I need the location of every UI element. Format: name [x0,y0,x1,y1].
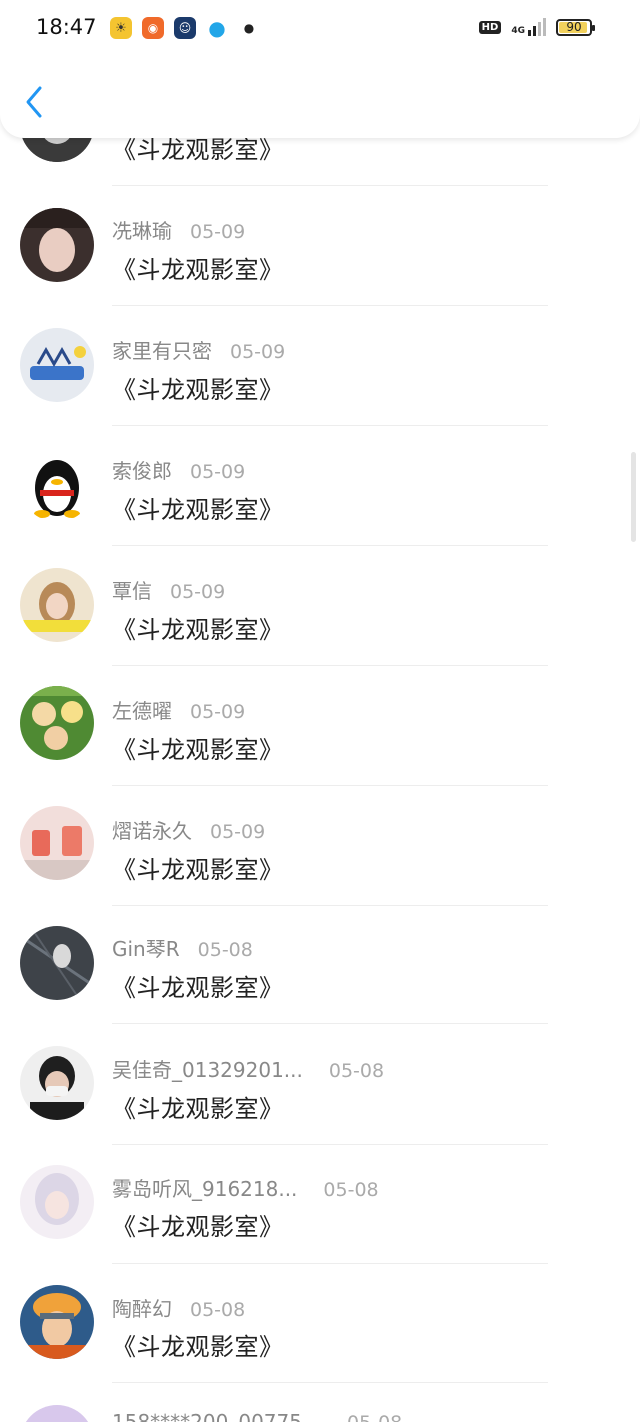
item-username[interactable]: 雾岛听风_916218... [112,1173,297,1202]
item-header: 雾岛听风_916218... 05-08 [112,1173,379,1202]
item-header: 158****200_00775... 05-08 [112,1410,402,1422]
avatar-image [20,568,94,642]
item-header: 冼琳瑜 05-09 [112,215,245,244]
item-message: 《斗龙观影室》 [112,496,284,524]
item-username[interactable]: 索俊郎 [112,455,172,484]
item-date: 05-08 [197,939,253,961]
back-button[interactable] [20,82,50,122]
avatar[interactable] [20,686,94,760]
avatar[interactable] [20,328,94,402]
avatar-image [20,208,94,282]
item-date: 05-08 [347,1412,402,1422]
item-date: 05-09 [170,581,226,603]
item-username[interactable]: 左德曜 [112,695,172,724]
avatar-image [20,806,94,880]
notification-icons: ☀ ◉ ☺ ● ● [110,16,260,40]
battery-icon: 90 [556,18,595,36]
item-username[interactable]: 家里有只密 [112,335,212,364]
item-date: 05-09 [230,341,286,363]
battery-level: 90 [566,19,582,34]
list-item[interactable]: 158****200_00775... 05-08 [0,1384,640,1422]
item-header: 索俊郎 05-09 [112,455,245,484]
item-date: 05-09 [210,821,266,843]
item-header: 家里有只密 05-09 [112,335,285,364]
item-date: 05-09 [190,221,246,243]
item-message: 《斗龙观影室》 [112,1095,284,1123]
avatar[interactable] [20,1285,94,1359]
chevron-left-icon [26,86,42,118]
item-message: 《斗龙观影室》 [112,856,284,884]
message-list: 《斗龙观影室》 冼琳瑜 05-09 《斗龙观影室》 家里有只密 05-09 《斗… [0,0,640,1422]
item-message: 《斗龙观影室》 [112,736,284,764]
item-username[interactable]: 吴佳奇_01329201... [112,1054,303,1083]
signal-icon: 4G [511,18,546,36]
list-item[interactable]: 索俊郎 05-09 《斗龙观影室》 [0,426,640,546]
weather-app-icon: ☀ [110,17,132,39]
item-username[interactable]: 158****200_00775... [112,1410,321,1422]
clock: 18:47 [36,15,97,39]
status-bar: 18:47 ☀ ◉ ☺ ● ● HD 4G 90 [0,0,640,56]
avatar-image [20,1165,94,1239]
avatar[interactable] [20,568,94,642]
item-message: 《斗龙观影室》 [112,1213,284,1241]
item-message: 《斗龙观影室》 [112,376,284,404]
item-header: 熠诺永久 05-09 [112,815,265,844]
item-header: 覃信 05-09 [112,575,225,604]
item-date: 05-08 [190,1299,246,1321]
scrollbar-thumb[interactable] [631,452,636,542]
app-icon-blue-robot: ☺ [174,17,196,39]
list-item[interactable]: 陶醉幻 05-08 《斗龙观影室》 [0,1264,640,1384]
avatar-image [20,686,94,760]
qq-penguin-icon [20,448,94,522]
avatar[interactable] [20,448,94,522]
item-date: 05-08 [328,1060,385,1082]
avatar-image [20,1285,94,1359]
qq-icon: ● [208,16,226,40]
avatar-image [20,1046,94,1120]
item-message: 《斗龙观影室》 [112,1333,284,1361]
item-username[interactable]: 冼琳瑜 [112,215,172,244]
avatar[interactable] [20,806,94,880]
avatar[interactable] [20,926,94,1000]
list-item[interactable]: 左德曜 05-09 《斗龙观影室》 [0,666,640,786]
more-dot-icon: ● [243,21,255,35]
list-item[interactable]: Gin琴R 05-08 《斗龙观影室》 [0,906,640,1026]
system-icons: HD 4G 90 [478,18,595,36]
list-item[interactable]: 家里有只密 05-09 《斗龙观影室》 [0,306,640,426]
item-header: 吴佳奇_01329201... 05-08 [112,1054,384,1083]
avatar-image [20,926,94,1000]
item-username[interactable]: 覃信 [112,575,152,604]
divider [112,1382,548,1383]
item-message: 《斗龙观影室》 [112,974,284,1002]
item-username[interactable]: 熠诺永久 [112,815,192,844]
list-item[interactable]: 覃信 05-09 《斗龙观影室》 [0,546,640,666]
item-date: 05-09 [190,701,246,723]
avatar[interactable] [20,1046,94,1120]
avatar[interactable] [20,1405,94,1422]
app-icon-orange: ◉ [142,17,164,39]
avatar[interactable] [20,208,94,282]
divider [112,1023,548,1024]
item-date: 05-08 [323,1179,379,1201]
item-message: 《斗龙观影室》 [112,256,284,284]
item-header: 陶醉幻 05-08 [112,1293,245,1322]
hd-icon: HD [478,20,502,34]
item-header: 左德曜 05-09 [112,695,245,724]
item-username[interactable]: Gin琴R [112,933,180,962]
network-type: 4G [511,26,525,36]
list-item[interactable]: 冼琳瑜 05-09 《斗龙观影室》 [0,186,640,306]
list-item[interactable]: 熠诺永久 05-09 《斗龙观影室》 [0,786,640,906]
list-item[interactable]: 吴佳奇_01329201... 05-08 《斗龙观影室》 [0,1025,640,1145]
item-username[interactable]: 陶醉幻 [112,1293,172,1322]
avatar[interactable] [20,1165,94,1239]
item-message: 《斗龙观影室》 [112,616,284,644]
item-header: Gin琴R 05-08 [112,933,253,962]
item-date: 05-09 [190,461,246,483]
list-item[interactable]: 雾岛听风_916218... 05-08 《斗龙观影室》 [0,1145,640,1265]
avatar-image [20,328,94,402]
